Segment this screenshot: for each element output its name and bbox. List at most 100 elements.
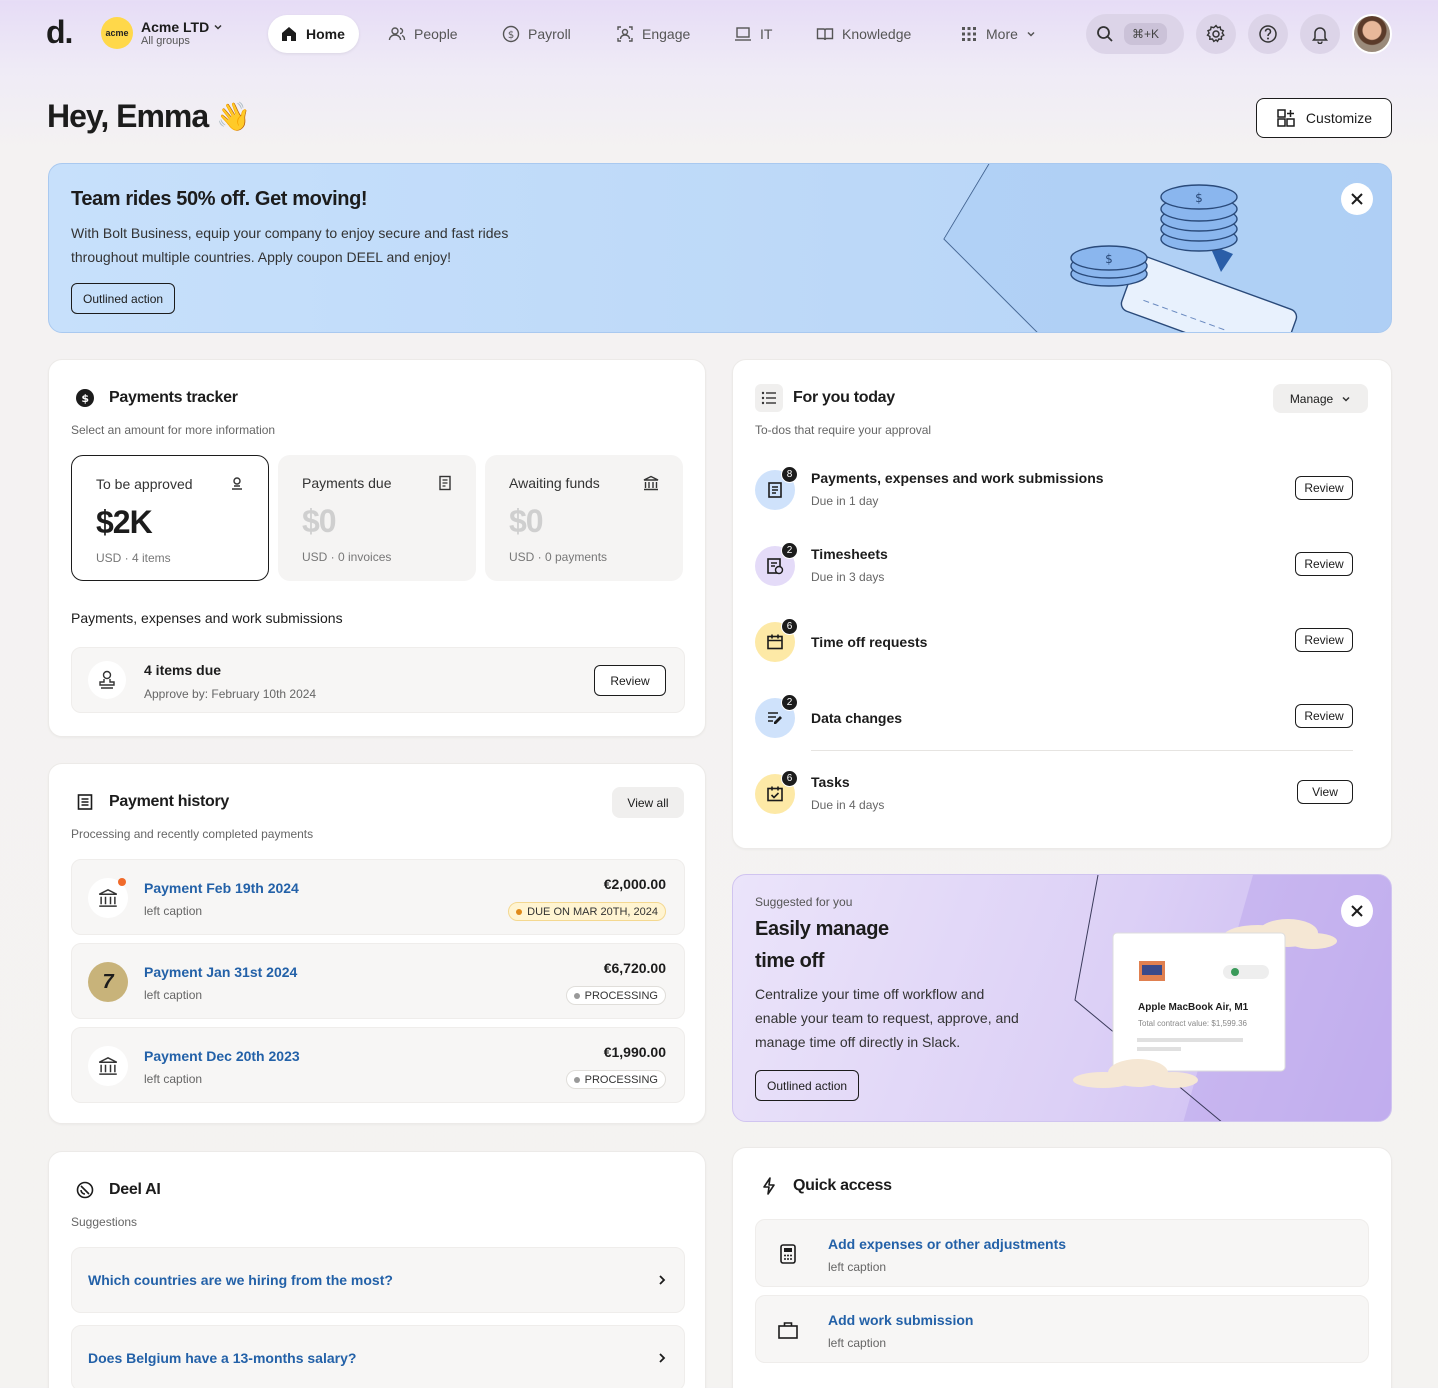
todo-item-tasks[interactable]: 6 Tasks Due in 4 days View — [755, 766, 1353, 826]
nav-knowledge[interactable]: Knowledge — [804, 15, 923, 53]
org-badge: acme — [101, 17, 133, 49]
quick-access-card: Quick access Add expenses or other adjus… — [732, 1147, 1392, 1388]
nav-it-label: IT — [760, 26, 773, 42]
todo-action-label: Review — [1304, 633, 1344, 647]
manage-dropdown[interactable]: Manage — [1273, 384, 1368, 413]
todo-count: 8 — [781, 466, 798, 483]
status-badge: PROCESSING — [565, 1070, 666, 1089]
for-you-today-card: For you today To-dos that require your a… — [732, 359, 1392, 849]
payment-row[interactable]: 7 Payment Jan 31st 2024 left caption €6,… — [71, 943, 685, 1019]
search-button[interactable]: ⌘+K — [1086, 14, 1184, 54]
deel-logo[interactable]: d. — [46, 14, 73, 51]
todo-view-button[interactable]: View — [1297, 780, 1353, 804]
todo-icon: 6 — [755, 770, 798, 814]
review-label: Review — [610, 673, 650, 688]
quick-access-title-link[interactable]: Add expenses or other adjustments — [828, 1236, 1066, 1252]
payment-title[interactable]: Payment Dec 20th 2023 — [144, 1048, 300, 1064]
settings-button[interactable] — [1196, 14, 1236, 54]
payment-row[interactable]: Payment Feb 19th 2024 left caption €2,00… — [71, 859, 685, 935]
todo-caption: Due in 1 day — [811, 494, 879, 508]
banner-action-button[interactable]: Outlined action — [71, 283, 176, 314]
nav-home[interactable]: Home — [268, 15, 359, 53]
todo-review-button[interactable]: Review — [1295, 552, 1353, 576]
ai-sparkle-icon — [71, 1176, 99, 1204]
help-icon — [1259, 25, 1277, 43]
nav-payroll-label: Payroll — [528, 26, 571, 42]
customize-button[interactable]: Customize — [1256, 98, 1392, 138]
org-switcher[interactable]: acme Acme LTD All groups — [101, 17, 223, 49]
top-nav: d. acme Acme LTD All groups Home People … — [0, 0, 1438, 70]
wave-emoji: 👋 — [216, 100, 251, 133]
review-button[interactable]: Review — [594, 665, 666, 696]
avatar[interactable] — [1352, 14, 1392, 54]
payment-row[interactable]: Payment Dec 20th 2023 left caption €1,99… — [71, 1027, 685, 1103]
nav-engage-label: Engage — [642, 26, 691, 42]
todo-caption: Due in 4 days — [811, 798, 885, 812]
chevron-down-icon — [214, 24, 222, 30]
quick-access-title-link[interactable]: Add work submission — [828, 1312, 973, 1328]
stat-label-row: Awaiting funds — [509, 475, 659, 491]
stat-awaiting-funds[interactable]: Awaiting funds $0 USD · 0 payments — [485, 455, 683, 581]
wise-glyph: 7 — [102, 970, 114, 993]
wise-logo-icon: 7 — [88, 962, 128, 1002]
todo-icon: 8 — [755, 466, 798, 510]
todo-review-button[interactable]: Review — [1295, 704, 1353, 728]
todo-count: 2 — [781, 694, 798, 711]
stat-value: $0 — [302, 503, 337, 539]
payments-tracker-title: Payments tracker — [109, 389, 238, 406]
list-icon — [755, 384, 783, 412]
nav-it[interactable]: IT — [722, 15, 784, 53]
payment-title[interactable]: Payment Feb 19th 2024 — [144, 880, 299, 896]
suggested-title-line2: time off — [755, 950, 825, 972]
stat-label: To be approved — [96, 476, 193, 492]
stat-to-be-approved[interactable]: To be approved $2K USD · 4 items — [71, 455, 269, 581]
ai-suggestion[interactable]: Does Belgium have a 13-months salary? — [71, 1325, 685, 1388]
bell-icon — [1312, 27, 1328, 44]
edit-list-icon — [768, 712, 782, 724]
org-sub: All groups — [141, 34, 190, 47]
nav-more[interactable]: More — [948, 15, 1048, 53]
payment-history-header: Payment history — [71, 788, 229, 816]
chevron-right-icon — [659, 1275, 666, 1285]
stat-payments-due[interactable]: Payments due $0 USD · 0 invoices — [278, 455, 476, 581]
payment-history-card: Payment history Processing and recently … — [48, 763, 706, 1124]
status-badge: DUE ON MAR 20TH, 2024 — [508, 902, 666, 921]
status-dot — [573, 992, 580, 999]
notifications-button[interactable] — [1300, 14, 1340, 54]
payment-title[interactable]: Payment Jan 31st 2024 — [144, 964, 297, 980]
view-all-label: View all — [627, 795, 669, 810]
for-you-subtitle: To-dos that require your approval — [755, 423, 932, 437]
nav-engage[interactable]: Engage — [604, 15, 702, 53]
chevron-down-icon — [1027, 31, 1035, 37]
stat-value: $2K — [96, 504, 153, 540]
suggested-action-button[interactable]: Outlined action — [755, 1070, 860, 1101]
ai-suggestion[interactable]: Which countries are we hiring from the m… — [71, 1247, 685, 1313]
nav-payroll[interactable]: $ Payroll — [490, 15, 583, 53]
todo-action-label: Review — [1304, 709, 1344, 723]
todo-item-payments[interactable]: 8 Payments, expenses and work submission… — [755, 462, 1353, 522]
nav-people[interactable]: People — [376, 15, 470, 53]
todo-review-button[interactable]: Review — [1295, 476, 1353, 500]
gear-icon — [1206, 24, 1225, 43]
invoice-icon — [439, 475, 451, 491]
todo-title: Data changes — [811, 710, 903, 726]
payment-caption: left caption — [144, 904, 203, 918]
quick-access-item[interactable]: Add expenses or other adjustments left c… — [755, 1219, 1369, 1287]
todo-item-timesheets[interactable]: 2 Timesheets Due in 3 days Review — [755, 538, 1353, 598]
banner-close-button[interactable] — [1341, 183, 1373, 215]
view-all-button[interactable]: View all — [612, 787, 684, 818]
help-button[interactable] — [1248, 14, 1288, 54]
todo-item-data-changes[interactable]: 2 Data changes Review — [755, 690, 1353, 750]
suggested-title-line1: Easily manage — [755, 918, 889, 940]
todo-title: Tasks — [811, 774, 850, 790]
todo-review-button[interactable]: Review — [1295, 628, 1353, 652]
ai-suggestion-text: Which countries are we hiring from the m… — [88, 1272, 393, 1288]
todo-item-time-off[interactable]: 6 Time off requests Review — [755, 614, 1353, 674]
quick-access-item[interactable]: Add work submission left caption — [755, 1295, 1369, 1363]
suggested-close-button[interactable] — [1341, 895, 1373, 927]
mock-device-caption: Total contract value: $1,599.36 — [1138, 1019, 1247, 1028]
quick-access-header: Quick access — [755, 1172, 892, 1200]
stat-caption: USD · 0 invoices — [302, 550, 392, 564]
payment-amount: €2,000.00 — [603, 876, 666, 892]
nav-knowledge-label: Knowledge — [842, 26, 912, 42]
